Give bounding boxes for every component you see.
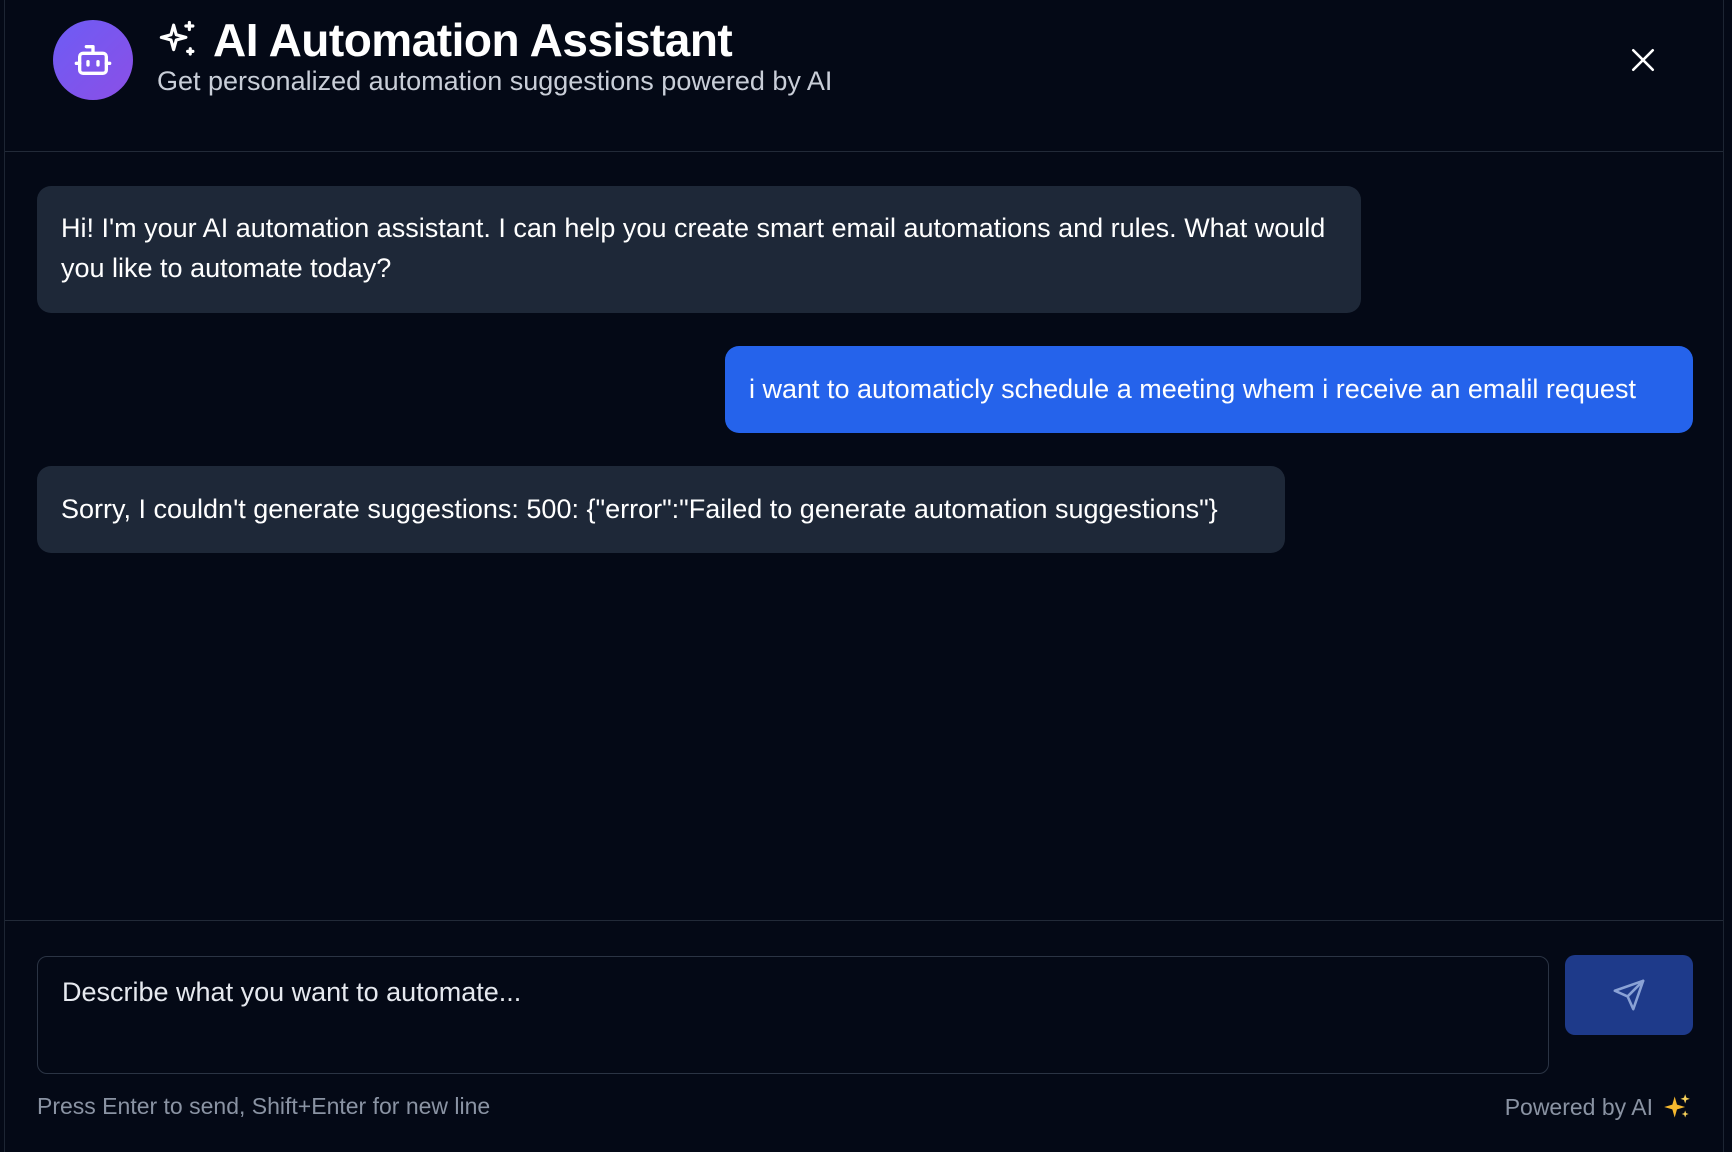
- send-icon: [1613, 979, 1645, 1011]
- close-button[interactable]: [1621, 38, 1665, 82]
- automation-assistant-dialog: AI Automation Assistant Get personalized…: [4, 0, 1724, 1152]
- user-message: i want to automaticly schedule a meeting…: [725, 346, 1693, 433]
- close-icon: [1631, 48, 1655, 72]
- sparkles-icon: [159, 20, 195, 56]
- assistant-error-message: Sorry, I couldn't generate suggestions: …: [37, 466, 1285, 553]
- title-row: AI Automation Assistant: [157, 12, 733, 68]
- composer: Press Enter to send, Shift+Enter for new…: [5, 920, 1723, 1152]
- message-text: Hi! I'm your AI automation assistant. I …: [61, 213, 1326, 283]
- sparkles-emoji-icon: [1664, 1094, 1690, 1118]
- assistant-avatar: [53, 20, 133, 100]
- powered-by-label: Powered by AI: [1505, 1093, 1691, 1121]
- assistant-message: Hi! I'm your AI automation assistant. I …: [37, 186, 1361, 313]
- message-text: i want to automaticly schedule a meeting…: [749, 374, 1636, 404]
- robot-icon: [74, 45, 112, 75]
- message-text: Sorry, I couldn't generate suggestions: …: [61, 494, 1218, 524]
- dialog-subtitle: Get personalized automation suggestions …: [157, 66, 833, 96]
- powered-by-text: Powered by AI: [1504, 1093, 1653, 1120]
- send-button[interactable]: [1565, 955, 1693, 1035]
- keyboard-hint: Press Enter to send, Shift+Enter for new…: [37, 1093, 491, 1119]
- dialog-title: AI Automation Assistant: [213, 14, 733, 66]
- dialog-header: AI Automation Assistant Get personalized…: [5, 0, 1723, 152]
- automation-prompt-input[interactable]: [37, 956, 1549, 1074]
